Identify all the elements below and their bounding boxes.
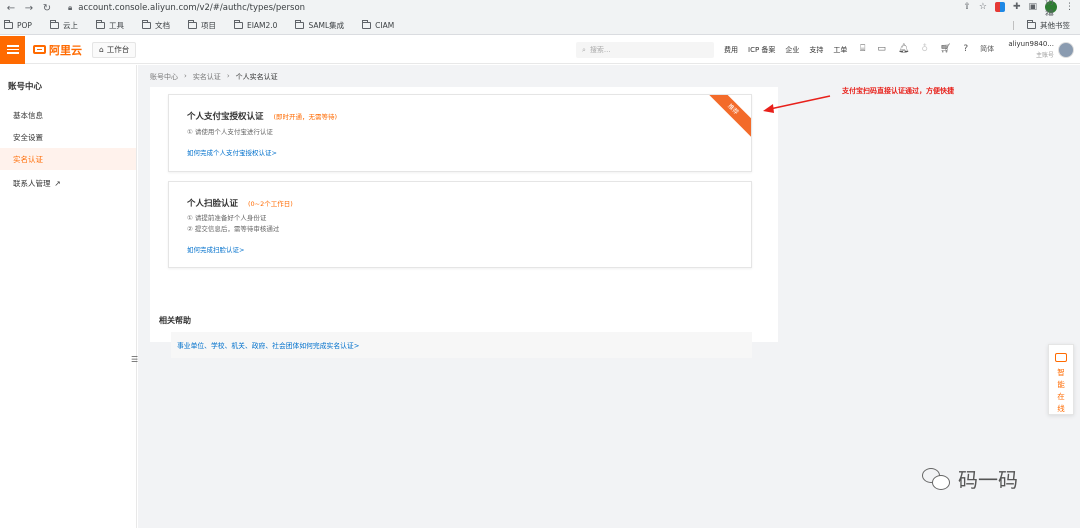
chat-icon: [1055, 353, 1067, 362]
bookmark-folder[interactable]: POP: [4, 19, 32, 30]
breadcrumb-item[interactable]: 实名认证: [193, 72, 221, 82]
browser-address-bar: ← → ↻ 🔒︎ account.console.aliyun.com/v2/#…: [0, 0, 1080, 20]
alipay-help-link[interactable]: 如何完成个人支付宝授权认证>: [187, 147, 277, 157]
bookmark-divider: [1013, 21, 1014, 30]
sidebar-item-security[interactable]: 安全设置: [0, 126, 136, 148]
help-title: 相关帮助: [159, 316, 191, 325]
card-step: ② 提交信息后，需等待审核通过: [187, 225, 280, 233]
bookmark-folder[interactable]: 文档: [141, 19, 170, 31]
sidebar-item-basic-info[interactable]: 基本信息: [0, 104, 136, 126]
kebab-menu-icon[interactable]: ⋮: [1065, 2, 1074, 12]
wechat-icon: [922, 466, 952, 492]
bell-icon[interactable]: 🔔︎: [898, 44, 909, 54]
bookmark-folder[interactable]: 云上: [49, 19, 78, 31]
top-menu: 费用 ICP 备案 企业 支持 工单: [724, 45, 847, 55]
help-link[interactable]: 事业单位、学校、机关、政府、社会团体如何完成实名认证>: [171, 332, 752, 358]
bookmark-folder[interactable]: 工具: [95, 19, 124, 31]
card-step: ① 请提前准备好个人身份证: [187, 214, 267, 222]
alipay-auth-card[interactable]: 个人支付宝授权认证 (即时开通，无需等待) ① 请使用个人支付宝进行认证 如何完…: [168, 94, 752, 172]
share-icon[interactable]: ⇪: [963, 2, 971, 12]
main-content: 账号中心 › 实名认证 › 个人实名认证 个人支付宝授权认证 (即时开通，无需等待)…: [138, 65, 1080, 528]
back-icon[interactable]: ←: [4, 1, 18, 15]
bookmarks-bar: POP 云上 工具 文档 项目 EIAM2.0 SAML集成 CIAM 其他书签: [0, 16, 1080, 35]
avatar[interactable]: [1058, 42, 1074, 58]
folder-icon: [295, 19, 305, 29]
breadcrumb-current: 个人实名认证: [235, 73, 278, 81]
forward-icon[interactable]: →: [22, 1, 36, 15]
sidebar-item-contacts[interactable]: 联系人管理 ↗: [0, 172, 136, 194]
header-icons: ⌸ ▭ 🔔︎ ♁ 🛒︎ ? 简体: [860, 44, 994, 54]
content-panel: 个人支付宝授权认证 (即时开通，无需等待) ① 请使用个人支付宝进行认证 如何完…: [150, 87, 778, 358]
url-field[interactable]: 🔒︎ account.console.aliyun.com/v2/#/authc…: [68, 3, 305, 13]
menu-item-billing[interactable]: 费用: [724, 45, 738, 55]
aliyun-logo[interactable]: 阿里云: [33, 42, 82, 58]
smart-assistant-button[interactable]: 智 能 在 线: [1048, 344, 1074, 415]
star-icon[interactable]: ☆: [979, 2, 987, 12]
recommend-ribbon: 推荐: [704, 95, 751, 139]
account-name: aliyun9840...: [1008, 40, 1054, 48]
folder-icon: [362, 19, 372, 29]
puzzle-icon[interactable]: ✚: [1013, 2, 1021, 12]
watermark-text: 码一码: [958, 468, 1018, 492]
account-info[interactable]: aliyun9840... 主账号: [1006, 40, 1054, 59]
card-hint: (0~2个工作日): [248, 200, 293, 208]
url-text: account.console.aliyun.com/v2/#/authc/ty…: [78, 3, 306, 13]
cloud-shell-icon[interactable]: ⌸: [860, 44, 865, 54]
sidebar: 账号中心 基本信息 安全设置 实名认证 联系人管理 ↗ ☰: [0, 65, 138, 528]
card-title: 个人扫脸认证: [187, 199, 239, 209]
folder-icon: [233, 19, 243, 29]
folder-icon: [141, 19, 151, 29]
sidebar-item-real-name[interactable]: 实名认证: [0, 148, 136, 170]
bookmark-folder[interactable]: CIAM: [362, 19, 394, 30]
card-title: 个人支付宝授权认证: [187, 112, 264, 122]
profile-badge[interactable]: 仿禧: [1045, 0, 1057, 20]
folder-icon: [187, 19, 197, 29]
bookmark-folder[interactable]: SAML集成: [295, 19, 344, 31]
menu-item-support[interactable]: 支持: [809, 45, 823, 55]
face-scan-card[interactable]: 个人扫脸认证 (0~2个工作日) ① 请提前准备好个人身份证 ② 提交信息后，需…: [168, 181, 752, 268]
sidebar-title: 账号中心: [8, 82, 43, 92]
annotation-text: 支付宝扫码直接认证通过，方便快捷: [842, 87, 954, 95]
search-icon: ⌕: [582, 45, 586, 54]
cart-icon[interactable]: 🛒︎: [940, 44, 951, 54]
card-step: ① 请使用个人支付宝进行认证: [187, 128, 273, 136]
folder-icon: [4, 19, 13, 29]
menu-item-enterprise[interactable]: 企业: [785, 45, 799, 55]
logo-mark-icon: [33, 45, 46, 54]
sidepanel-icon[interactable]: ▣: [1028, 2, 1037, 12]
menu-item-ticket[interactable]: 工单: [833, 45, 847, 55]
other-bookmarks[interactable]: 其他书签: [1027, 20, 1070, 31]
lock-icon: 🔒︎: [68, 3, 73, 12]
folder-icon: [49, 19, 59, 29]
bookmark-folder[interactable]: EIAM2.0: [233, 19, 277, 30]
home-icon: ⌂: [99, 45, 104, 54]
folder-icon: [1027, 20, 1036, 29]
external-link-icon: ↗: [54, 178, 61, 188]
extension-icon[interactable]: [994, 2, 1005, 12]
workbench-button[interactable]: ⌂ 工作台: [92, 41, 137, 58]
help-icon[interactable]: ?: [963, 44, 968, 54]
reload-icon[interactable]: ↻: [40, 1, 54, 15]
lightbulb-icon[interactable]: ♁: [921, 44, 928, 54]
breadcrumb-item[interactable]: 账号中心: [150, 72, 178, 82]
face-scan-help-link[interactable]: 如何完成扫脸认证>: [187, 244, 244, 254]
account-role: 主账号: [1035, 52, 1054, 59]
search-input[interactable]: ⌕ 搜索...: [576, 42, 714, 58]
bookmark-folder[interactable]: 项目: [187, 19, 216, 31]
annotation-arrow: [763, 95, 831, 113]
folder-icon: [95, 19, 105, 29]
watermark: 码一码: [922, 464, 1018, 493]
language-switch[interactable]: 简体: [980, 44, 994, 54]
card-hint: (即时开通，无需等待): [273, 113, 338, 121]
breadcrumb: 账号中心 › 实名认证 › 个人实名认证: [150, 72, 278, 82]
image-icon[interactable]: ▭: [877, 44, 886, 54]
menu-icon[interactable]: [0, 35, 25, 64]
menu-item-icp[interactable]: ICP 备案: [748, 45, 775, 55]
